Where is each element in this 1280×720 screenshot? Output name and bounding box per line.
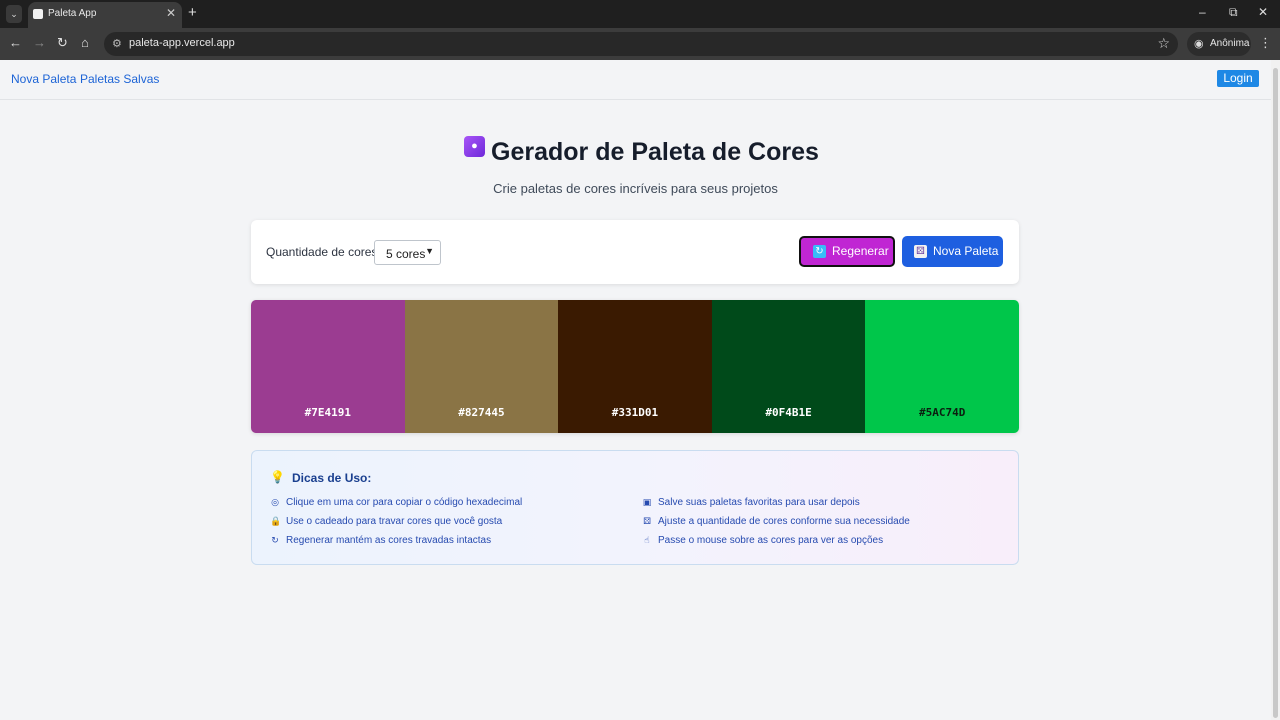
page-subtitle: Crie paletas de cores incríveis para seu… — [493, 181, 778, 196]
quantity-label: Quantidade de cores: — [266, 245, 381, 259]
browser-tab[interactable]: Paleta App ✕ — [28, 2, 182, 28]
page-title: Gerador de Paleta de Cores — [491, 138, 819, 166]
refresh-icon: ↻ — [271, 535, 279, 545]
palette-icon: ● — [464, 136, 485, 157]
tab-list-icon[interactable]: ⌄ — [6, 5, 22, 23]
color-swatch[interactable]: #331D01 — [558, 300, 712, 433]
tip-text: Clique em uma cor para copiar o código h… — [286, 497, 523, 508]
new-tab-icon[interactable]: + — [188, 4, 197, 21]
browser-toolbar: ← → ↻ ⌂ ⚙ paleta-app.vercel.app ☆ ◉ Anôn… — [0, 28, 1280, 60]
tip-text: Use o cadeado para travar cores que você… — [286, 516, 503, 527]
lightbulb-icon: 💡 — [270, 470, 285, 484]
back-icon[interactable]: ← — [9, 35, 22, 50]
tip-text: Regenerar mantém as cores travadas intac… — [286, 535, 492, 546]
tips-card: 💡 Dicas de Uso: ◎ Clique em uma cor para … — [251, 450, 1019, 565]
tip-item: ◎ Clique em uma cor para copiar o código … — [270, 497, 522, 508]
dice-icon: ⚄ — [914, 245, 927, 259]
tip-text: Passe o mouse sobre as cores para ver as… — [658, 535, 884, 546]
incognito-label: Anônima — [1210, 38, 1250, 49]
tip-text: Salve suas paletas favoritas para usar d… — [658, 497, 860, 508]
new-palette-label: Nova Paleta — [933, 244, 999, 258]
chevron-down-icon: ▼ — [425, 246, 434, 256]
restore-icon[interactable]: ⧉ — [1229, 5, 1238, 20]
color-swatch[interactable]: #0F4B1E — [711, 300, 866, 433]
bookmark-star-icon[interactable]: ☆ — [1157, 35, 1170, 52]
tip-item: ↻ Regenerar mantém as cores travadas inta… — [270, 535, 491, 546]
refresh-icon: ↻ — [813, 245, 826, 259]
quantity-select[interactable]: 5 cores ▼ — [374, 240, 441, 265]
tip-item: ⚄ Ajuste a quantidade de cores conforme s… — [642, 516, 910, 527]
window-close-icon[interactable]: ✕ — [1258, 5, 1268, 19]
address-bar[interactable]: ⚙ paleta-app.vercel.app ☆ — [104, 32, 1178, 56]
floppy-disk-icon: ▣ — [642, 497, 652, 507]
menu-icon[interactable]: ⋮ — [1259, 35, 1272, 51]
color-swatch[interactable]: #5AC74D — [865, 300, 1019, 433]
new-palette-button[interactable]: ⚄ Nova Paleta — [902, 236, 1003, 267]
tip-item: ▣ Salve suas paletas favoritas para usar … — [642, 497, 860, 508]
nav-link-paletas-salvas[interactable]: Paletas Salvas — [80, 72, 159, 86]
controls-card: Quantidade de cores: 5 cores ▼ ↻ Regenera… — [251, 220, 1019, 284]
lock-icon: 🔒 — [270, 516, 282, 526]
tab-title: Paleta App — [48, 8, 97, 19]
login-button[interactable]: Login — [1217, 70, 1259, 87]
swatch-hex-code: #7E4191 — [304, 406, 351, 419]
swatch-hex-code: #0F4B1E — [765, 406, 812, 419]
minimize-icon[interactable]: – — [1199, 5, 1206, 19]
swatch-hex-code: #331D01 — [611, 406, 659, 419]
close-icon[interactable]: ✕ — [166, 6, 176, 20]
scroll-thumb[interactable] — [1273, 68, 1278, 718]
pointing-hand-icon: ☝ — [644, 535, 650, 545]
forward-icon[interactable]: → — [33, 35, 46, 50]
reload-icon[interactable]: ↻ — [57, 35, 68, 51]
favicon-icon — [33, 9, 43, 19]
regenerate-button[interactable]: ↻ Regenerar — [799, 236, 895, 267]
browser-tab-bar: ⌄ Paleta App ✕ + – ⧉ ✕ — [0, 0, 1280, 28]
swatch-hex-code: #5AC74D — [918, 406, 966, 419]
nav-link-nova-paleta[interactable]: Nova Paleta — [11, 72, 76, 86]
quantity-value: 5 cores — [386, 247, 426, 261]
site-info-icon[interactable]: ⚙ — [112, 37, 122, 50]
tip-item: ☝ Passe o mouse sobre as cores para ver a… — [642, 535, 883, 546]
regenerate-label: Regenerar — [832, 244, 889, 258]
url-text[interactable]: paleta-app.vercel.app — [129, 37, 235, 49]
app-navbar: Nova Paleta Paletas Salvas Login — [0, 60, 1271, 100]
color-swatch[interactable]: #827445 — [404, 300, 559, 433]
target-icon: ◎ — [271, 497, 279, 507]
tip-text: Ajuste a quantidade de cores conforme su… — [658, 516, 910, 527]
home-icon[interactable]: ⌂ — [81, 35, 89, 50]
tips-title: Dicas de Uso: — [292, 471, 372, 485]
color-palette: #7E4191 #827445 #331D01 #0F4B1E #5AC74D — [251, 300, 1019, 433]
dice-icon: ⚄ — [643, 516, 651, 526]
page-scrollbar[interactable] — [1271, 60, 1280, 720]
swatch-hex-code: #827445 — [458, 406, 505, 419]
incognito-icon: ◉ — [1194, 38, 1204, 50]
incognito-badge[interactable]: ◉ Anônima — [1187, 32, 1251, 56]
color-swatch[interactable]: #7E4191 — [251, 300, 405, 433]
tip-item: 🔒 Use o cadeado para travar cores que voc… — [270, 516, 502, 527]
